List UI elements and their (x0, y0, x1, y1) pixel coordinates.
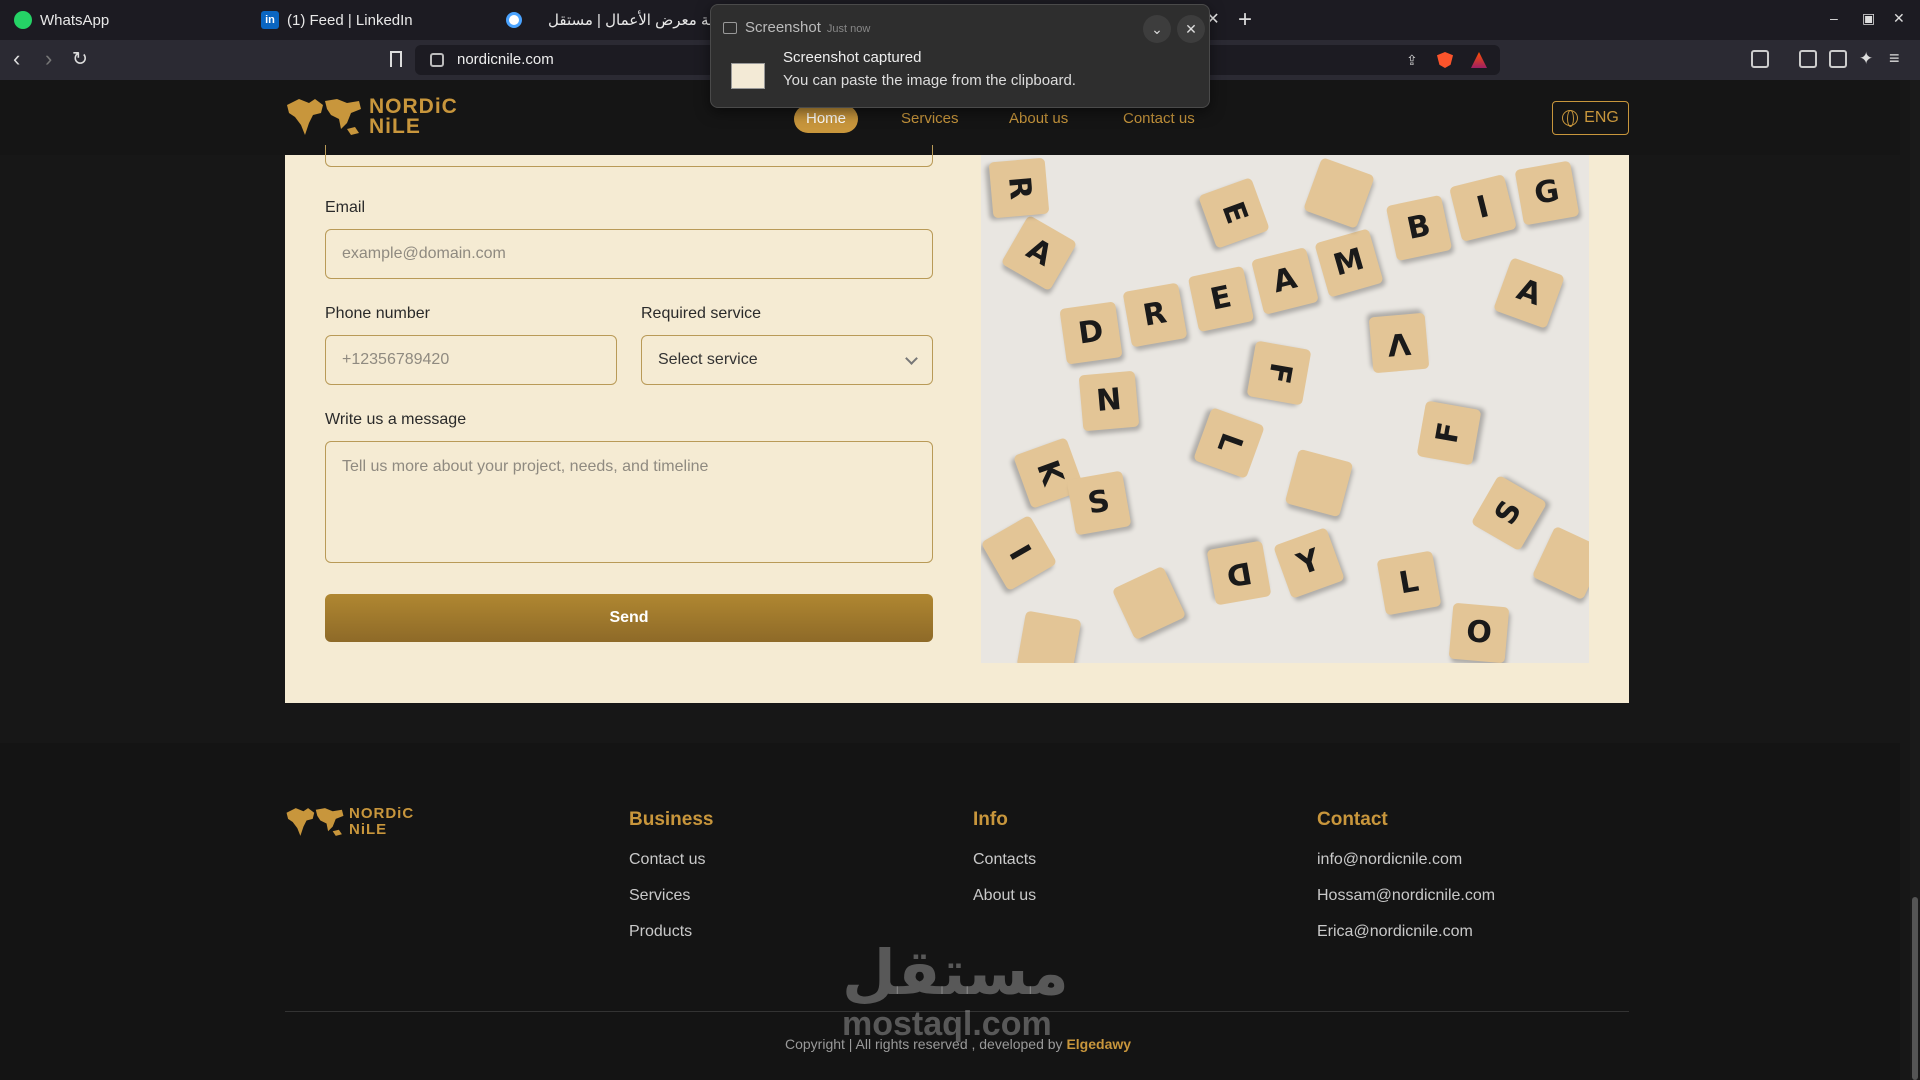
developer-link[interactable]: Elgedawy (1066, 1036, 1131, 1052)
reload-icon[interactable]: ↻ (72, 48, 88, 71)
email-label: Email (325, 199, 366, 216)
wallet-icon[interactable] (1829, 50, 1847, 68)
site-footer: NORDiC NiLE Business Contact us Services… (0, 743, 1900, 1080)
new-tab-icon[interactable]: + (1238, 6, 1252, 34)
nav-about-us[interactable]: About us (997, 105, 1080, 133)
nav-contact-us[interactable]: Contact us (1111, 105, 1207, 133)
screenshot-thumbnail (731, 63, 765, 89)
footer-link-products[interactable]: Products (629, 923, 692, 941)
notification-app-label: Screenshot (745, 19, 821, 36)
nav-services[interactable]: Services (889, 105, 971, 133)
service-select-value: Select service (658, 351, 758, 368)
footer-business-title: Business (629, 809, 714, 830)
tab-mostaql[interactable]: إضافة معرض الأعمال | مستقل (506, 0, 738, 40)
mostaql-icon (506, 12, 522, 28)
logo-line-1: NORDiC (349, 805, 415, 822)
world-map-logo-icon (287, 99, 361, 135)
phone-field[interactable]: +12356789420 (325, 335, 617, 385)
name-field[interactable] (325, 145, 933, 167)
scrabble-tiles-image: D R E A M B I G A E A V F N L F K S S I … (981, 155, 1589, 663)
whatsapp-icon (14, 11, 32, 29)
phone-label: Phone number (325, 305, 430, 322)
tab-label: WhatsApp (40, 11, 110, 29)
menu-icon[interactable]: ≡ (1889, 48, 1900, 69)
language-label: ENG (1584, 109, 1619, 126)
leo-ai-icon[interactable]: ✦ (1859, 49, 1873, 69)
bookmark-icon[interactable] (390, 51, 402, 67)
logo-line-2: NiLE (349, 821, 388, 838)
mostaql-watermark-url: mostaql.com (842, 1005, 1052, 1043)
window-close-icon[interactable]: ✕ (1893, 10, 1905, 27)
footer-email-hossam[interactable]: Hossam@nordicnile.com (1317, 887, 1495, 905)
close-icon[interactable]: ✕ (1177, 15, 1205, 43)
email-field[interactable]: example@domain.com (325, 229, 933, 279)
minimize-icon[interactable]: – (1830, 10, 1838, 26)
footer-link-services[interactable]: Services (629, 887, 690, 905)
site-logo[interactable]: NORDiC NiLE (285, 95, 458, 139)
footer-link-contacts[interactable]: Contacts (973, 851, 1036, 869)
world-map-logo-icon (286, 808, 344, 836)
translate-icon[interactable] (1751, 50, 1769, 68)
back-icon[interactable]: ‹ (13, 46, 20, 72)
tab-linkedin[interactable]: in (1) Feed | LinkedIn (261, 0, 413, 40)
footer-link-about-us[interactable]: About us (973, 887, 1036, 905)
footer-email-erica[interactable]: Erica@nordicnile.com (1317, 923, 1473, 941)
service-select[interactable]: Select service (641, 335, 933, 385)
restore-icon[interactable]: ▣ (1862, 10, 1875, 27)
message-label: Write us a message (325, 411, 467, 428)
tab-whatsapp[interactable]: WhatsApp (14, 0, 109, 40)
brave-rewards-icon[interactable] (1471, 52, 1487, 68)
tab-label: (1) Feed | LinkedIn (287, 11, 413, 29)
chevron-down-icon (905, 352, 918, 365)
url-text: nordicnile.com (457, 51, 554, 68)
screenshot-notification: Screenshot Just now ⌄ ✕ Screenshot captur… (710, 4, 1210, 108)
page-scrollbar[interactable] (1910, 80, 1920, 1080)
footer-info-title: Info (973, 809, 1008, 830)
logo-line-1: NORDiC (369, 95, 458, 118)
footer-email-info[interactable]: info@nordicnile.com (1317, 851, 1462, 869)
scrollbar-thumb[interactable] (1912, 897, 1918, 1080)
contact-form-card: Email example@domain.com Phone number +1… (285, 145, 1629, 703)
service-label: Required service (641, 305, 762, 322)
language-button[interactable]: ENG (1552, 101, 1629, 135)
footer-logo[interactable]: NORDiC NiLE (285, 805, 414, 839)
screenshot-app-icon (723, 22, 737, 34)
message-textarea[interactable]: Tell us more about your project, needs, … (325, 441, 933, 563)
mostaql-watermark: مستقل (842, 939, 1069, 1008)
nav-home[interactable]: Home (794, 105, 859, 133)
brave-shields-icon[interactable] (1437, 52, 1453, 68)
footer-link-contact-us[interactable]: Contact us (629, 851, 705, 869)
send-button[interactable]: Send (325, 594, 933, 642)
notification-title: Screenshot captured (783, 49, 922, 66)
share-icon[interactable]: ⇪ (1406, 52, 1422, 68)
notification-app-name: Screenshot Just now (745, 19, 870, 36)
linkedin-icon: in (261, 11, 279, 29)
footer-contact-title: Contact (1317, 809, 1388, 830)
site-info-icon[interactable] (430, 53, 444, 67)
logo-line-2: NiLE (369, 115, 421, 138)
globe-icon (1562, 110, 1579, 127)
sidebar-icon[interactable] (1799, 50, 1817, 68)
forward-icon[interactable]: › (45, 46, 52, 72)
notification-body: You can paste the image from the clipboa… (783, 72, 1076, 89)
notification-time: Just now (826, 23, 871, 35)
chevron-down-icon[interactable]: ⌄ (1143, 15, 1171, 43)
